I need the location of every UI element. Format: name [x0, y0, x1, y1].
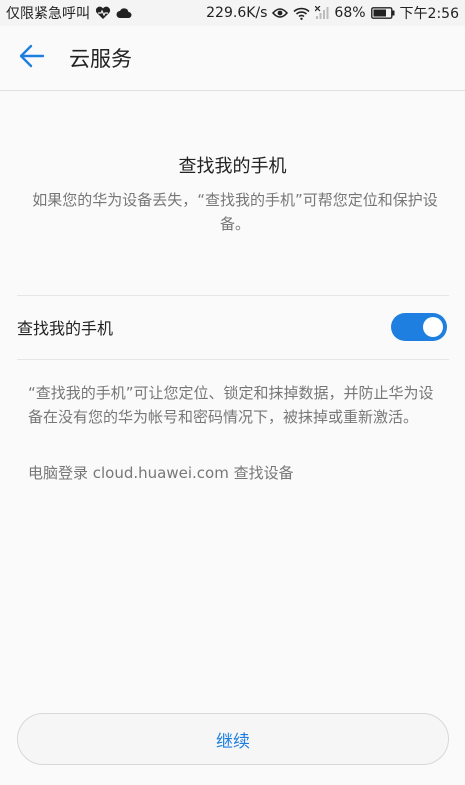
- feature-info: “查找我的手机”可让您定位、锁定和抹掉数据，并防止华为设备在没有您的华为帐号和密…: [28, 384, 434, 426]
- continue-button[interactable]: 继续: [17, 713, 449, 765]
- status-bar: 仅限紧急呼叫 229.6K/s 68% 下午2:56: [0, 0, 465, 26]
- find-my-phone-row[interactable]: 查找我的手机: [17, 296, 449, 358]
- divider-bottom: [17, 359, 449, 360]
- battery-icon: [370, 7, 395, 19]
- toggle-knob: [423, 317, 443, 337]
- toggle-label: 查找我的手机: [17, 319, 114, 338]
- section-description: 如果您的华为设备丢失，“查找我的手机”可帮您定位和保护设备。: [32, 191, 438, 233]
- network-speed: 229.6K/s: [206, 5, 268, 21]
- back-arrow-icon: [19, 44, 45, 72]
- find-my-phone-toggle[interactable]: [391, 313, 447, 341]
- battery-text: 68%: [334, 5, 366, 21]
- cloud-icon: [116, 7, 132, 19]
- clock-time: 下午2:56: [399, 6, 459, 22]
- title-bar: 云服务: [0, 26, 465, 91]
- page-title: 云服务: [69, 47, 132, 71]
- heartbeat-icon: [95, 6, 111, 20]
- login-hint: 电脑登录 cloud.huawei.com 查找设备: [28, 464, 294, 482]
- back-button[interactable]: [17, 43, 47, 73]
- carrier-text: 仅限紧急呼叫: [6, 6, 90, 22]
- status-left: 仅限紧急呼叫: [6, 3, 132, 23]
- eye-icon: [272, 7, 289, 19]
- signal-icon: [315, 6, 329, 20]
- section-heading: 查找我的手机: [178, 156, 287, 177]
- status-right: 229.6K/s 68% 下午2:56: [206, 3, 459, 23]
- wifi-icon: [293, 7, 310, 20]
